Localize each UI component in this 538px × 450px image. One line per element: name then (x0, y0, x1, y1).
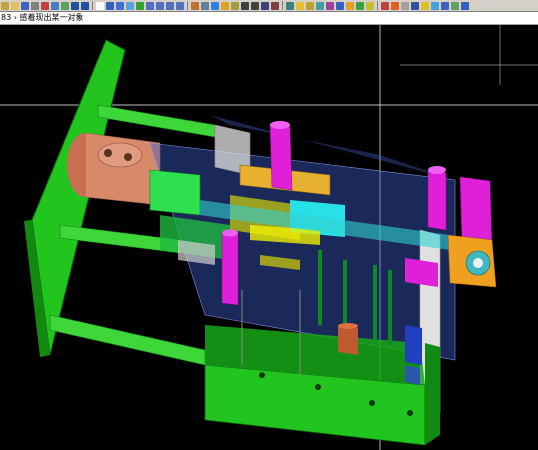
guide-post-magenta-1 (269, 124, 293, 191)
undo-icon[interactable] (71, 1, 79, 10)
new-icon[interactable] (1, 1, 9, 10)
surface-icon[interactable] (296, 1, 304, 10)
pan-icon[interactable] (126, 1, 134, 10)
wireframe-icon[interactable] (201, 1, 209, 10)
tie-bar-top (97, 104, 216, 138)
guide-post-magenta-2 (427, 169, 447, 231)
toolbar-separator (282, 1, 283, 10)
drill-icon[interactable] (411, 1, 419, 10)
analyze-icon[interactable] (326, 1, 334, 10)
solid-icon[interactable] (306, 1, 314, 10)
moving-platen-side (425, 343, 440, 445)
zoom-icon[interactable] (116, 1, 124, 10)
layer-icon[interactable] (231, 1, 239, 10)
help-icon[interactable] (461, 1, 469, 10)
toolbar-separator (92, 1, 93, 10)
side-housing-magenta (459, 176, 493, 248)
toolbar-separator (187, 1, 188, 10)
graphics-viewport[interactable] (0, 25, 538, 450)
prompt-text: 83 › 感着现出某一对象 (1, 13, 84, 22)
select-icon[interactable] (96, 1, 104, 10)
open-icon[interactable] (11, 1, 19, 10)
redo-icon[interactable] (81, 1, 89, 10)
tie-bar-bottom (49, 314, 206, 366)
view-side-icon[interactable] (166, 1, 174, 10)
chamfer-icon[interactable] (401, 1, 409, 10)
mirror-icon[interactable] (346, 1, 354, 10)
flange-hole-2 (124, 153, 132, 161)
main-toolbar (0, 0, 538, 12)
sphere-icon[interactable] (211, 1, 219, 10)
spline-icon[interactable] (286, 1, 294, 10)
view-front-icon[interactable] (156, 1, 164, 10)
extend-icon[interactable] (381, 1, 389, 10)
bolt-hole-2 (315, 384, 321, 390)
toolbar-separator (377, 1, 378, 10)
paste-icon[interactable] (61, 1, 69, 10)
bolt-hole-1 (259, 372, 265, 378)
view-top-icon[interactable] (146, 1, 154, 10)
print-icon[interactable] (31, 1, 39, 10)
blue-block-2 (405, 365, 420, 385)
sprue-top (338, 323, 358, 329)
fillet-icon[interactable] (391, 1, 399, 10)
guide-post-top-1 (270, 121, 290, 129)
trim-icon[interactable] (366, 1, 374, 10)
point-icon[interactable] (241, 1, 249, 10)
shade-icon[interactable] (191, 1, 199, 10)
copy-icon[interactable] (51, 1, 59, 10)
post-icon[interactable] (451, 1, 459, 10)
bolt-hole-4 (407, 410, 413, 416)
verify-icon[interactable] (441, 1, 449, 10)
bolt-hole-3 (369, 400, 375, 406)
array-icon[interactable] (356, 1, 364, 10)
sprue-bushing (338, 325, 358, 355)
blue-block-1 (405, 325, 422, 365)
guide-post-magenta-3 (221, 231, 239, 306)
mold-assembly-3d-view (0, 25, 538, 450)
window-icon[interactable] (106, 1, 114, 10)
flange-hole-1 (104, 149, 112, 157)
gear-center (473, 258, 483, 268)
cut-icon[interactable] (41, 1, 49, 10)
toolpath-icon[interactable] (421, 1, 429, 10)
arc-icon[interactable] (261, 1, 269, 10)
guide-post-top-2 (428, 166, 446, 174)
view-iso-icon[interactable] (176, 1, 184, 10)
cam-block-magenta (405, 258, 438, 287)
snap-icon[interactable] (221, 1, 229, 10)
line-icon[interactable] (251, 1, 259, 10)
simulate-icon[interactable] (431, 1, 439, 10)
save-icon[interactable] (21, 1, 29, 10)
prompt-bar: 83 › 感着现出某一对象 (0, 12, 538, 25)
transform-icon[interactable] (336, 1, 344, 10)
guide-post-top-3 (222, 229, 238, 237)
measure-icon[interactable] (316, 1, 324, 10)
circle-icon[interactable] (271, 1, 279, 10)
mid-block-green (149, 169, 201, 216)
rotate-icon[interactable] (136, 1, 144, 10)
